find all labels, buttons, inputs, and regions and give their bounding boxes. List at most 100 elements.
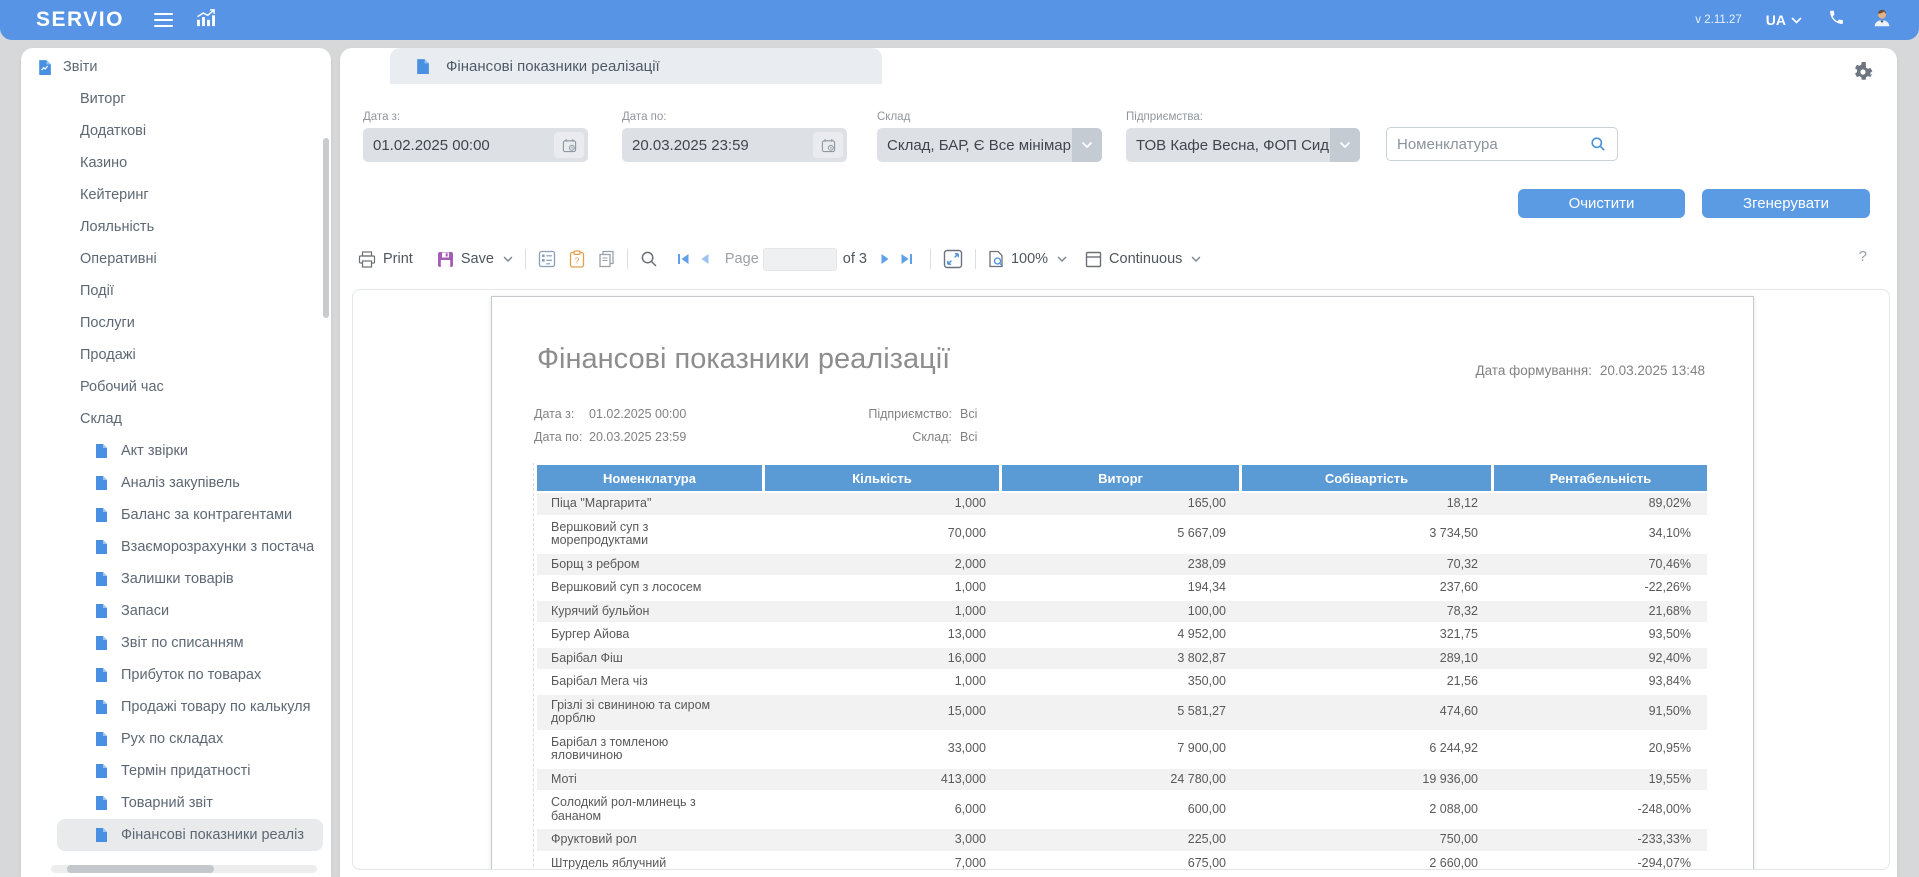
report-table: Номенклатура Кількість Виторг Собівартіс… <box>537 463 1707 870</box>
layout-mode-control[interactable]: Continuous <box>1085 251 1201 268</box>
menu-icon[interactable] <box>154 13 173 28</box>
date-to-input[interactable] <box>622 128 847 162</box>
copy-page-icon[interactable] <box>598 250 615 268</box>
sidebar-report-item[interactable]: Акт звірки <box>57 435 323 467</box>
previous-page-icon[interactable] <box>700 253 710 265</box>
report-tab[interactable]: Фінансові показники реалізації <box>390 48 882 84</box>
generate-button[interactable]: Згенерувати <box>1702 189 1870 218</box>
cell-revenue: 165,00 <box>1002 493 1242 515</box>
cell-nomenclature: Піца "Маргарита" <box>537 493 765 515</box>
sidebar-category-item[interactable]: Продажі <box>21 339 331 371</box>
help-button[interactable]: ? <box>1859 248 1867 265</box>
clipboard-question-icon[interactable]: ? <box>569 250 585 268</box>
sidebar-report-item[interactable]: Прибуток по товарах <box>57 659 323 691</box>
sidebar-category-item[interactable]: Додаткові <box>21 115 331 147</box>
date-from-label: Дата з: <box>363 111 588 123</box>
report-toolbar: Print Save <box>358 244 1201 274</box>
cell-quantity: 1,000 <box>765 493 1002 515</box>
language-selector[interactable]: UA <box>1766 12 1802 28</box>
document-icon <box>93 603 109 619</box>
page-number-input[interactable] <box>763 248 837 271</box>
first-page-icon[interactable] <box>677 253 690 265</box>
sidebar-report-item[interactable]: Баланс за контрагентами <box>57 499 323 531</box>
sidebar-category-item[interactable]: Оперативні <box>21 243 331 275</box>
sidebar-report-item[interactable]: Продажі товару по калькуля <box>57 691 323 723</box>
enterprises-select[interactable]: ТОВ Кафе Весна, ФОП Сид <box>1126 128 1360 162</box>
sidebar-report-label: Фінансові показники реаліз <box>121 827 304 843</box>
save-button[interactable]: Save <box>437 251 513 268</box>
sidebar-category-item[interactable]: Кейтеринг <box>21 179 331 211</box>
sidebar-category-item[interactable]: Робочий час <box>21 371 331 403</box>
generated-date-value: 20.03.2025 13:48 <box>1600 363 1705 378</box>
last-page-icon[interactable] <box>900 253 913 265</box>
sidebar-report-item[interactable]: Фінансові показники реаліз <box>57 819 323 851</box>
page-label: Page <box>725 251 759 267</box>
search-icon[interactable] <box>1583 131 1613 157</box>
cell-revenue: 675,00 <box>1002 853 1242 871</box>
calendar-icon[interactable] <box>554 132 584 158</box>
date-from-input[interactable] <box>363 128 588 162</box>
sidebar-report-item[interactable]: Рух по складах <box>57 723 323 755</box>
date-from-value[interactable] <box>363 137 554 154</box>
sidebar-report-item[interactable]: Аналіз закупівель <box>57 467 323 499</box>
chevron-down-icon <box>1057 256 1067 262</box>
table-row: Курячий бульйон 1,000 100,00 78,32 21,68… <box>537 601 1707 623</box>
document-icon <box>93 699 109 715</box>
phone-icon[interactable] <box>1828 9 1845 31</box>
user-avatar-icon[interactable] <box>1871 7 1893 34</box>
sidebar-vertical-scrollbar[interactable] <box>323 138 329 318</box>
sidebar-category-label: Лояльність <box>80 219 154 235</box>
sidebar-report-item[interactable]: Залишки товарів <box>57 563 323 595</box>
sidebar-category-item[interactable]: Склад <box>21 403 331 435</box>
sidebar-report-item[interactable]: Запаси <box>57 595 323 627</box>
nomenclature-search[interactable] <box>1386 127 1618 161</box>
cell-profitability: -233,33% <box>1494 829 1707 851</box>
sidebar-root-reports[interactable]: Звіти <box>21 51 331 83</box>
cell-cost: 750,00 <box>1242 829 1494 851</box>
sidebar-report-item[interactable]: Взаєморозрахунки з постача <box>57 531 323 563</box>
settings-icon[interactable] <box>1851 60 1875 89</box>
warehouse-select[interactable]: Склад, БАР, Є Все мінімарк <box>877 128 1102 162</box>
clear-button[interactable]: Очистити <box>1518 189 1685 218</box>
cell-revenue: 7 900,00 <box>1002 732 1242 767</box>
date-to-value[interactable] <box>622 137 813 154</box>
topbar: SERVIO v 2.11.27 UA <box>0 0 1919 40</box>
fit-to-window-icon[interactable] <box>943 249 963 269</box>
statistics-chart-icon[interactable] <box>195 9 217 32</box>
sidebar-report-item[interactable]: Товарний звіт <box>57 787 323 819</box>
sidebar-report-item[interactable]: Звіт по списанням <box>57 627 323 659</box>
next-page-icon[interactable] <box>880 253 890 265</box>
cell-profitability: -294,07% <box>1494 853 1707 871</box>
sidebar-category-item[interactable]: Казино <box>21 147 331 179</box>
toolbar-separator <box>525 249 526 269</box>
sidebar-category-label: Кейтеринг <box>80 187 149 203</box>
zoom-control[interactable]: 100% <box>988 250 1067 268</box>
nomenclature-input[interactable] <box>1387 136 1583 153</box>
sidebar-category-label: Продажі <box>80 347 136 363</box>
print-button[interactable]: Print <box>358 251 413 268</box>
cell-cost: 3 734,50 <box>1242 517 1494 552</box>
document-icon <box>93 763 109 779</box>
cell-profitability: 92,40% <box>1494 648 1707 670</box>
cell-cost: 321,75 <box>1242 624 1494 646</box>
report-parameters-icon[interactable] <box>538 250 556 268</box>
cell-revenue: 225,00 <box>1002 829 1242 851</box>
cell-nomenclature: Фруктовий рол <box>537 829 765 851</box>
document-icon <box>93 635 109 651</box>
sidebar-report-item[interactable]: Термін придатності <box>57 755 323 787</box>
table-row: Моті 413,000 24 780,00 19 936,00 19,55% <box>537 769 1707 791</box>
cell-revenue: 3 802,87 <box>1002 648 1242 670</box>
search-icon[interactable] <box>640 250 658 268</box>
calendar-icon[interactable] <box>813 132 843 158</box>
sidebar-category-item[interactable]: Послуги <box>21 307 331 339</box>
sidebar-category-item[interactable]: Лояльність <box>21 211 331 243</box>
page-magnifier-icon <box>988 250 1004 268</box>
cell-quantity: 33,000 <box>765 732 1002 767</box>
content-panel: Фінансові показники реалізації Дата з: Д… <box>340 48 1897 877</box>
chevron-down-icon <box>1072 128 1102 162</box>
report-title: Фінансові показники реалізації <box>537 343 950 376</box>
sidebar-category-item[interactable]: Виторг <box>21 83 331 115</box>
meta-warehouse-label: Склад: <box>792 430 952 444</box>
sidebar-horizontal-scrollbar[interactable] <box>67 865 214 873</box>
sidebar-category-item[interactable]: Події <box>21 275 331 307</box>
